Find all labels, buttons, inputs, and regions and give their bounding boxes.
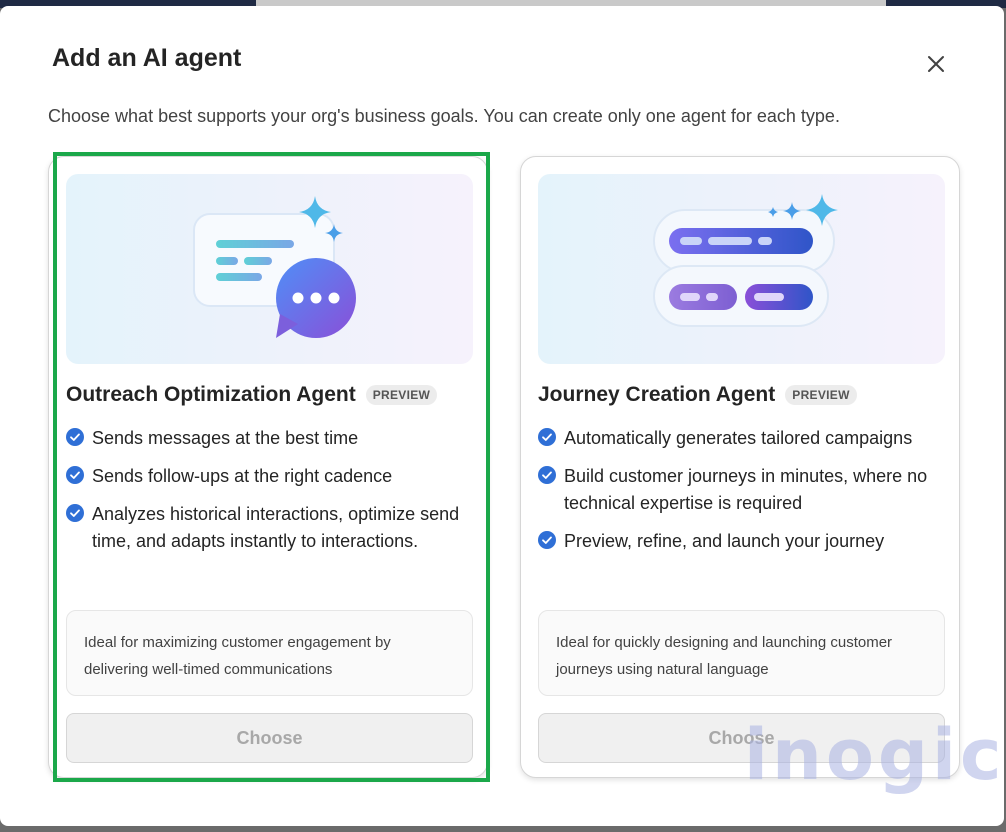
checkmark-circle-icon bbox=[66, 504, 84, 522]
watermark-logo: inogic bbox=[744, 714, 1006, 796]
feature-text: Preview, refine, and launch your journey bbox=[564, 531, 885, 551]
checkmark-circle-icon bbox=[538, 466, 556, 484]
close-icon bbox=[928, 56, 944, 72]
dialog-subtitle: Choose what best supports your org's bus… bbox=[48, 106, 840, 126]
journey-illustration-icon bbox=[653, 194, 838, 327]
agent-name: Journey Creation Agent bbox=[538, 383, 776, 406]
feature-item: Build customer journeys in minutes, wher… bbox=[538, 463, 948, 517]
chat-illustration-icon bbox=[193, 196, 356, 338]
add-agent-dialog: Add an AI agent Choose what best support… bbox=[0, 6, 1004, 826]
feature-item: Sends follow-ups at the right cadence bbox=[66, 463, 476, 490]
checkmark-circle-icon bbox=[66, 428, 84, 446]
journey-illustration bbox=[538, 174, 945, 364]
agent-name: Outreach Optimization Agent bbox=[66, 383, 356, 406]
ideal-for-box: Ideal for maximizing customer engagement… bbox=[66, 610, 473, 696]
feature-list: Automatically generates tailored campaig… bbox=[538, 425, 948, 566]
checkmark-circle-icon bbox=[538, 428, 556, 446]
ideal-for-box: Ideal for quickly designing and launchin… bbox=[538, 610, 945, 696]
feature-text: Sends follow-ups at the right cadence bbox=[92, 466, 393, 486]
preview-badge: PREVIEW bbox=[785, 385, 857, 405]
feature-list: Sends messages at the best time Sends fo… bbox=[66, 425, 476, 566]
checkmark-circle-icon bbox=[538, 531, 556, 549]
feature-text: Analyzes historical interactions, optimi… bbox=[92, 504, 460, 551]
feature-item: Preview, refine, and launch your journey bbox=[538, 528, 948, 555]
feature-item: Automatically generates tailored campaig… bbox=[538, 425, 948, 452]
checkmark-circle-icon bbox=[66, 466, 84, 484]
agent-title-row: Journey Creation Agent PREVIEW bbox=[538, 383, 857, 407]
preview-badge: PREVIEW bbox=[365, 385, 438, 405]
agent-card-outreach[interactable]: Outreach Optimization Agent PREVIEW Send… bbox=[48, 156, 488, 778]
agent-title-row: Outreach Optimization Agent PREVIEW bbox=[66, 383, 438, 407]
close-button[interactable] bbox=[922, 50, 950, 78]
feature-item: Analyzes historical interactions, optimi… bbox=[66, 501, 476, 555]
feature-text: Sends messages at the best time bbox=[92, 428, 359, 448]
choose-button[interactable]: Choose bbox=[66, 713, 473, 763]
feature-text: Build customer journeys in minutes, wher… bbox=[564, 466, 928, 513]
dialog-title: Add an AI agent bbox=[52, 44, 242, 72]
agent-card-journey[interactable]: Journey Creation Agent PREVIEW Automatic… bbox=[520, 156, 960, 778]
feature-item: Sends messages at the best time bbox=[66, 425, 476, 452]
feature-text: Automatically generates tailored campaig… bbox=[564, 428, 913, 448]
outreach-illustration bbox=[66, 174, 473, 364]
